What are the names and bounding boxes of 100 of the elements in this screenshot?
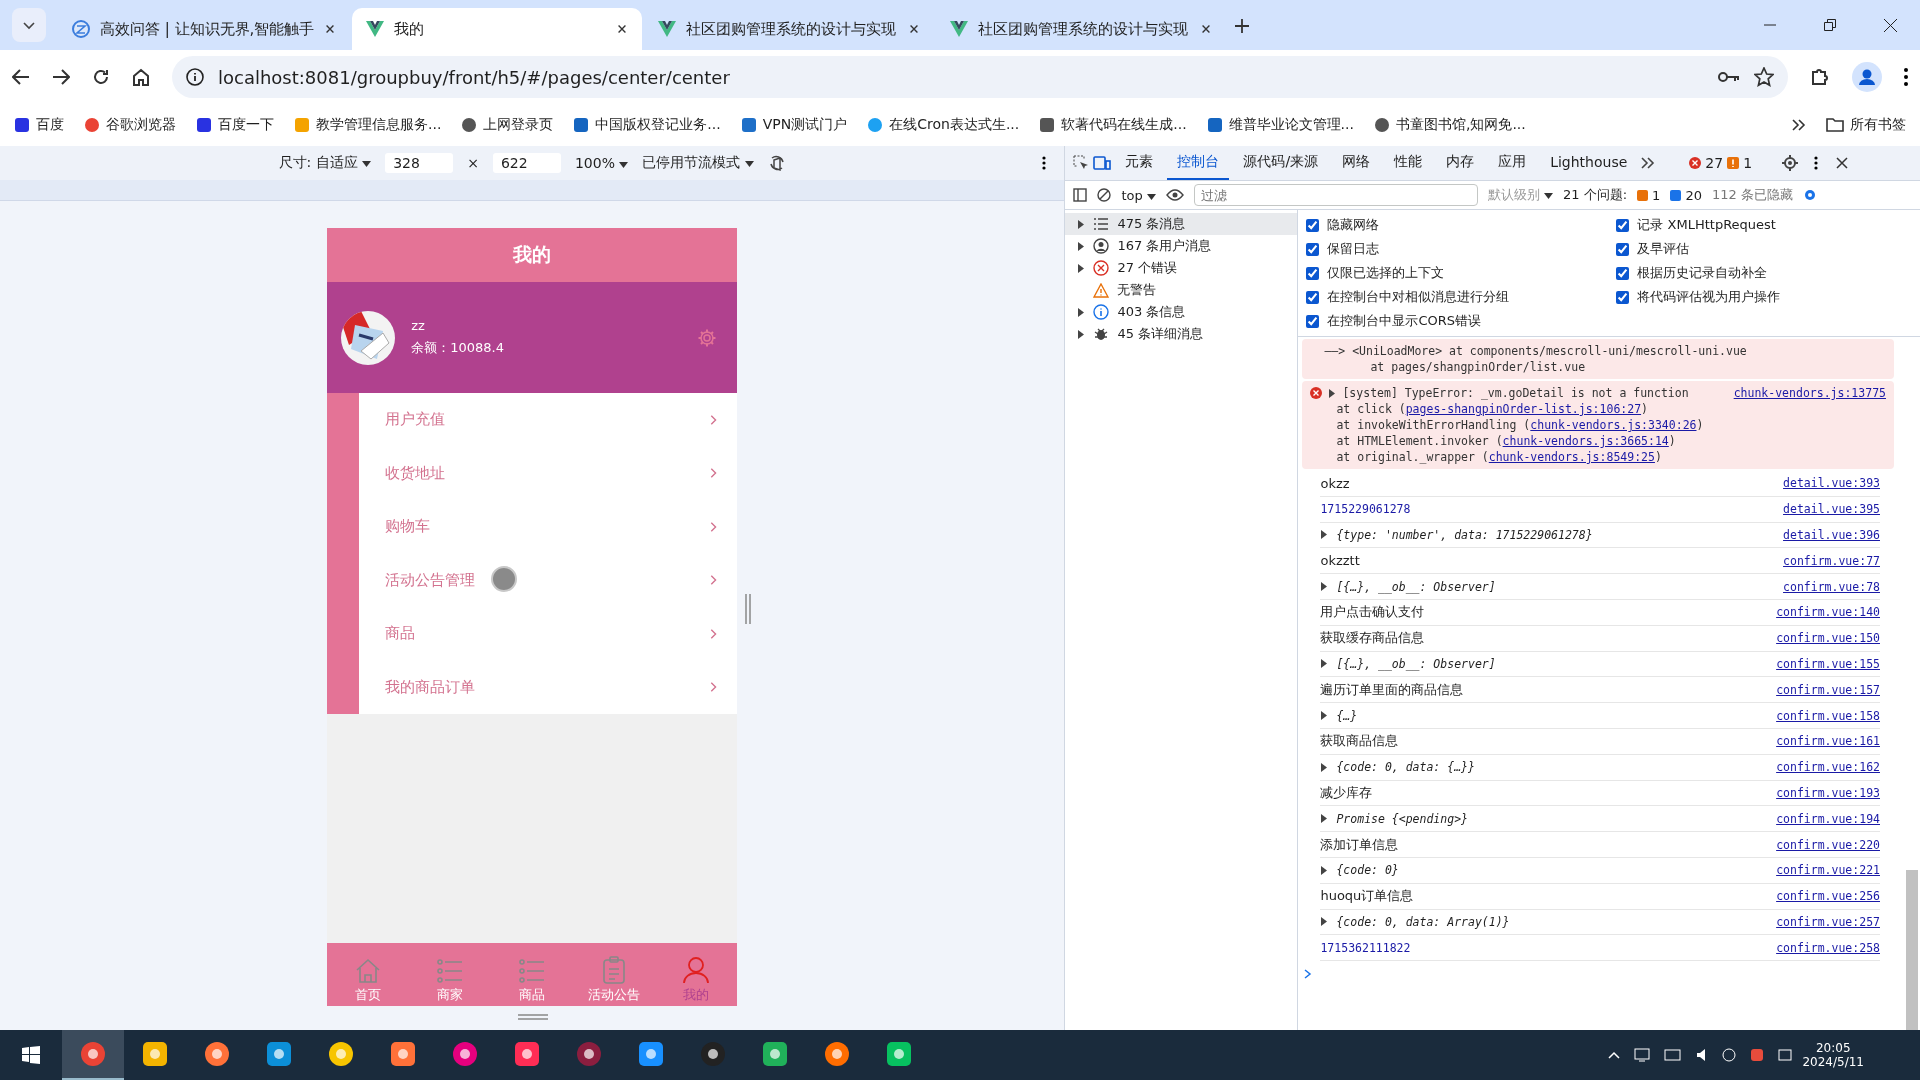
network-icon[interactable] — [1634, 1048, 1651, 1062]
source-link[interactable]: confirm.vue:220 — [1776, 837, 1880, 852]
chevrons-right-icon[interactable] — [1641, 157, 1656, 169]
checkbox[interactable] — [1306, 242, 1320, 256]
source-link[interactable]: confirm.vue:194 — [1776, 811, 1880, 826]
chevrons-right-icon[interactable] — [1792, 119, 1806, 131]
sidebar-item[interactable]: 27 个错误 — [1065, 257, 1298, 279]
source-link[interactable]: confirm.vue:155 — [1776, 656, 1880, 671]
address-bar[interactable]: localhost:8081/groupbuy/front/h5/#/pages/center/center — [172, 56, 1788, 98]
sidebar-item[interactable]: 403 条信息 — [1065, 301, 1298, 323]
checkbox[interactable] — [1306, 266, 1320, 280]
devtools-tab[interactable]: 源代码/来源 — [1233, 146, 1329, 180]
source-link[interactable]: confirm.vue:157 — [1776, 682, 1880, 697]
puzzle-icon[interactable] — [1810, 67, 1830, 87]
reload-icon[interactable] — [92, 68, 110, 86]
forward-icon[interactable] — [52, 69, 70, 85]
bookmark[interactable]: 谷歌浏览器 — [84, 116, 176, 134]
more-icon[interactable] — [1814, 156, 1819, 170]
source-link[interactable]: confirm.vue:140 — [1776, 605, 1880, 620]
expand-arrow-icon[interactable] — [1077, 329, 1086, 339]
key-icon[interactable] — [1718, 71, 1740, 83]
source-link[interactable]: confirm.vue:193 — [1776, 785, 1880, 800]
tab-list-button[interactable] — [12, 8, 46, 42]
source-link[interactable]: confirm.vue:77 — [1783, 553, 1880, 568]
checkbox[interactable] — [1616, 242, 1630, 256]
clear-icon[interactable] — [1097, 188, 1112, 202]
battery-icon[interactable] — [1664, 1049, 1683, 1061]
source-link[interactable]: pages-shangpinOrder-list.js:106:27 — [1405, 402, 1642, 416]
source-link[interactable]: confirm.vue:258 — [1776, 940, 1880, 955]
expand-arrow-icon[interactable] — [1320, 865, 1329, 875]
eye-icon[interactable] — [1165, 189, 1184, 201]
throttle-dropdown[interactable]: 已停用节流模式 — [642, 154, 754, 172]
checkbox[interactable] — [1306, 290, 1320, 304]
all-bookmarks[interactable]: 所有书签 — [1826, 116, 1906, 134]
expand-arrow-icon[interactable] — [1320, 582, 1329, 592]
browser-tab[interactable]: 社区团购管理系统的设计与实现 — [936, 8, 1227, 50]
source-link[interactable]: confirm.vue:221 — [1776, 863, 1880, 878]
device-icon[interactable] — [1093, 155, 1112, 171]
bookmark[interactable]: VPN测试门户 — [740, 116, 848, 134]
expand-arrow-icon[interactable] — [1320, 711, 1329, 721]
more-icon[interactable] — [1904, 68, 1908, 86]
checkbox[interactable] — [1616, 266, 1630, 280]
issues-info-count[interactable]: 20 — [1670, 187, 1702, 203]
expand-arrow-icon[interactable] — [1077, 241, 1086, 251]
expand-arrow-icon[interactable] — [1320, 530, 1329, 540]
devtools-tab[interactable]: Lighthouse — [1540, 146, 1638, 180]
devtools-tab[interactable]: 性能 — [1384, 146, 1433, 180]
issues-warning-count[interactable]: 1 — [1637, 187, 1661, 203]
sidebar-item[interactable]: 无警告 — [1065, 279, 1298, 301]
source-link[interactable]: confirm.vue:150 — [1776, 631, 1880, 646]
bookmark[interactable]: 书童图书馆,知网免... — [1373, 116, 1526, 134]
sidebar-item[interactable]: 475 条消息 — [1065, 213, 1298, 235]
source-link[interactable]: confirm.vue:162 — [1776, 760, 1880, 775]
devtools-tab[interactable]: 元素 — [1115, 146, 1164, 180]
source-link[interactable]: detail.vue:396 — [1783, 528, 1880, 542]
devtools-tab[interactable]: 控制台 — [1167, 146, 1230, 180]
resize-handle-icon[interactable] — [518, 1014, 548, 1022]
bookmark[interactable]: 软著代码在线生成... — [1039, 116, 1187, 134]
bookmark[interactable]: 百度 — [14, 116, 64, 134]
source-link[interactable]: chunk-vendors.js:3340:26 — [1530, 418, 1697, 432]
sidebar-icon[interactable] — [1073, 188, 1088, 202]
home-icon[interactable] — [132, 68, 150, 86]
sidebar-item[interactable]: 45 条详细消息 — [1065, 323, 1298, 345]
checkbox[interactable] — [1306, 218, 1320, 232]
scrollbar[interactable] — [1906, 870, 1918, 1030]
bookmark[interactable]: 中国版权登记业务... — [573, 116, 721, 134]
browser-tab[interactable]: 社区团购管理系统的设计与实现 — [644, 8, 935, 50]
warning-count[interactable]: 1 — [1727, 155, 1753, 171]
devtools-tab[interactable]: 内存 — [1436, 146, 1485, 180]
browser-tab[interactable]: 高效问答 | 让知识无界,智能触手 — [58, 8, 351, 50]
bookmark[interactable]: 百度一下 — [196, 116, 274, 134]
close-icon[interactable] — [1836, 157, 1849, 169]
expand-arrow-icon[interactable] — [1077, 263, 1086, 273]
source-link[interactable]: confirm.vue:161 — [1776, 734, 1880, 749]
source-link[interactable]: detail.vue:393 — [1783, 476, 1880, 491]
rotate-icon[interactable] — [767, 154, 786, 172]
expand-arrow-icon[interactable] — [1320, 917, 1329, 927]
chevron-up-icon[interactable] — [1608, 1051, 1621, 1059]
devtools-tab[interactable]: 应用 — [1488, 146, 1537, 180]
browser-tab[interactable]: 我的 — [352, 8, 643, 50]
bookmark[interactable]: 教学管理信息服务... — [294, 116, 442, 134]
app-tray-icon[interactable] — [1750, 1048, 1765, 1062]
star-icon[interactable] — [1754, 67, 1774, 87]
filter-field[interactable]: 过滤 — [1193, 184, 1478, 206]
checkbox[interactable] — [1616, 290, 1630, 304]
error-count[interactable]: 27 — [1689, 155, 1724, 171]
source-link[interactable]: chunk-vendors.js:3665:14 — [1502, 434, 1669, 448]
expand-arrow-icon[interactable] — [1077, 307, 1086, 317]
expand-arrow-icon[interactable] — [1320, 814, 1329, 824]
expand-arrow-icon[interactable] — [1320, 659, 1329, 669]
inspect-icon[interactable] — [1073, 155, 1090, 171]
context-dropdown[interactable]: top — [1121, 187, 1156, 203]
width-field[interactable]: 328 — [385, 153, 454, 173]
source-link[interactable]: chunk-vendors.js:8549:25 — [1488, 450, 1655, 464]
expand-arrow-icon[interactable] — [1077, 219, 1086, 229]
source-link[interactable]: confirm.vue:158 — [1776, 708, 1880, 723]
source-link[interactable]: confirm.vue:257 — [1776, 914, 1880, 929]
devtools-tab[interactable]: 网络 — [1332, 146, 1381, 180]
bookmark[interactable]: 上网登录页 — [461, 116, 554, 134]
taskbar-app[interactable] — [62, 1030, 124, 1080]
